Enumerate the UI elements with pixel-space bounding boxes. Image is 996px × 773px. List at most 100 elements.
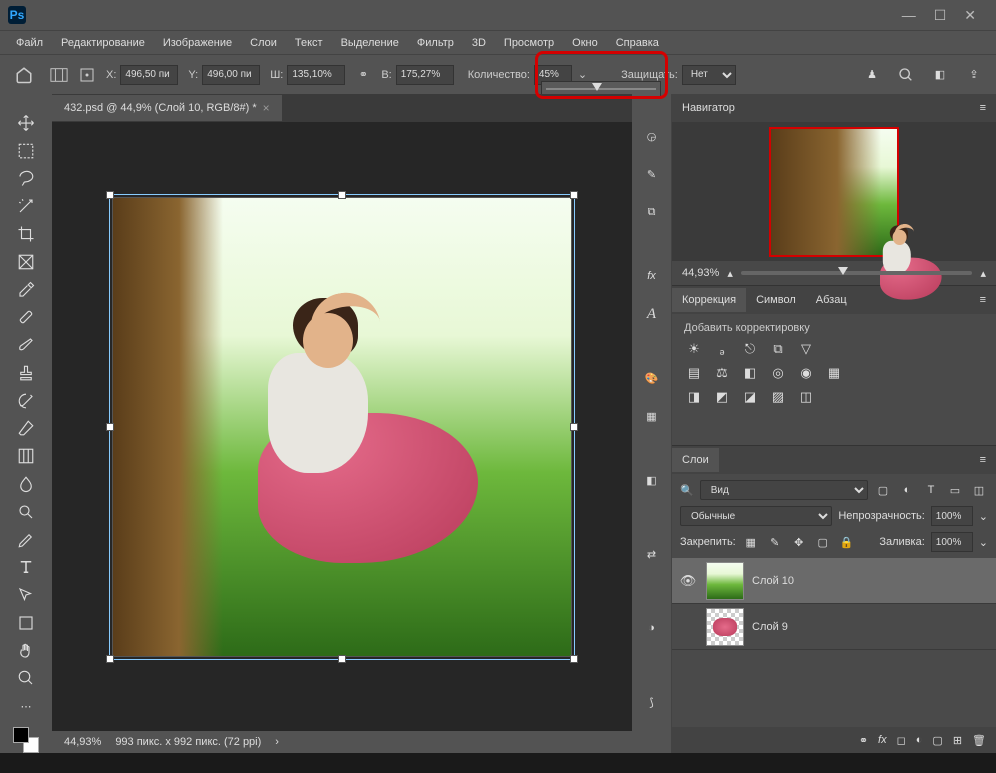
x-input[interactable] <box>120 65 178 85</box>
color-icon[interactable]: 🎨 <box>638 366 666 390</box>
protect-select[interactable]: Нет <box>682 65 736 85</box>
handle-bl[interactable] <box>106 655 114 663</box>
tab-close-icon[interactable]: × <box>263 101 270 115</box>
link-layers-icon[interactable]: ⚭ <box>859 734 868 747</box>
heal-tool[interactable] <box>10 304 42 330</box>
tab-character[interactable]: Символ <box>746 288 806 312</box>
move-tool[interactable] <box>10 110 42 136</box>
canvas-image[interactable] <box>112 197 572 657</box>
layer-name[interactable]: Слой 10 <box>752 575 990 587</box>
swatches-icon[interactable]: ▦ <box>638 404 666 428</box>
pen-tool[interactable] <box>10 527 42 553</box>
blend-mode-select[interactable]: Обычные <box>680 506 832 526</box>
levels-icon[interactable]: ₔ <box>712 340 732 358</box>
filter-smart-icon[interactable]: ◫ <box>970 481 988 499</box>
history-icon[interactable]: ◶ <box>638 124 666 148</box>
panel-icon[interactable]: ◧ <box>926 62 954 88</box>
handle-bm[interactable] <box>338 655 346 663</box>
panel-menu-icon[interactable]: ≡ <box>980 102 986 114</box>
handle-mr[interactable] <box>570 423 578 431</box>
gradient2-icon[interactable]: ◧ <box>638 468 666 492</box>
nav-slider-thumb[interactable] <box>838 267 848 275</box>
menu-file[interactable]: Файл <box>8 34 51 52</box>
visibility-icon[interactable]: 👁 <box>678 573 698 589</box>
w-input[interactable] <box>287 65 345 85</box>
more-tools[interactable]: ⋯ <box>10 693 42 719</box>
lock-pos-icon[interactable]: ✥ <box>790 533 808 551</box>
thresh-icon[interactable]: ◪ <box>740 388 760 406</box>
lock-all-icon[interactable]: 🔒 <box>838 533 856 551</box>
minimize-icon[interactable]: — <box>902 7 916 24</box>
mixer-icon[interactable]: ◉ <box>796 364 816 382</box>
handle-tl[interactable] <box>106 191 114 199</box>
handle-br[interactable] <box>570 655 578 663</box>
tab-paragraph[interactable]: Абзац <box>806 288 857 312</box>
menu-view[interactable]: Просмотр <box>496 34 562 52</box>
menu-text[interactable]: Текст <box>287 34 331 52</box>
menu-select[interactable]: Выделение <box>333 34 407 52</box>
menu-window[interactable]: Окно <box>564 34 606 52</box>
bw-icon[interactable]: ◧ <box>740 364 760 382</box>
curves-icon[interactable]: ⎋ <box>740 340 760 358</box>
filter-shape-icon[interactable]: ▭ <box>946 481 964 499</box>
lock-nest-icon[interactable]: ▢ <box>814 533 832 551</box>
menu-edit[interactable]: Редактирование <box>53 34 153 52</box>
dodge-tool[interactable] <box>10 499 42 525</box>
chevron-down-icon[interactable]: ⌄ <box>979 510 988 523</box>
person-icon[interactable]: ♟ <box>858 62 886 88</box>
shape-tool[interactable] <box>10 610 42 636</box>
new-layer-icon[interactable]: ⊞ <box>953 734 962 747</box>
fill-input[interactable] <box>931 532 973 552</box>
eyedropper-tool[interactable] <box>10 277 42 303</box>
filter-adjust-icon[interactable]: ◐ <box>898 481 916 499</box>
tab-corrections[interactable]: Коррекция <box>672 288 746 312</box>
panel-menu-icon[interactable]: ≡ <box>980 294 996 306</box>
color-swatch[interactable] <box>13 727 39 753</box>
crop-tool[interactable] <box>10 221 42 247</box>
layer-item[interactable]: 👁 Слой 10 <box>672 558 996 604</box>
marquee-tool[interactable] <box>10 138 42 164</box>
transform-icon[interactable] <box>50 66 68 84</box>
canvas-viewport[interactable] <box>52 122 632 731</box>
select-color-icon[interactable]: ◫ <box>796 388 816 406</box>
status-zoom[interactable]: 44,93% <box>64 736 101 748</box>
panel-menu-icon[interactable]: ≡ <box>980 454 996 466</box>
vibrance-icon[interactable]: ▽ <box>796 340 816 358</box>
trash-icon[interactable]: 🗑 <box>972 734 986 747</box>
transform-box[interactable] <box>109 194 575 660</box>
kind-filter[interactable]: Вид <box>700 480 868 500</box>
menu-3d[interactable]: 3D <box>464 34 494 52</box>
h-input[interactable] <box>396 65 454 85</box>
frame-tool[interactable] <box>10 249 42 275</box>
share-icon[interactable]: ⇪ <box>960 62 988 88</box>
handle-tr[interactable] <box>570 191 578 199</box>
search-icon[interactable]: 🔍 <box>680 484 694 497</box>
layer-thumb[interactable] <box>706 608 744 646</box>
blur-tool[interactable] <box>10 471 42 497</box>
nav-zoom-slider[interactable] <box>741 271 973 275</box>
brush2-icon[interactable]: ✎ <box>638 162 666 186</box>
document-tab[interactable]: 432.psd @ 44,9% (Слой 10, RGB/8#) *× <box>52 95 282 121</box>
search-icon[interactable] <box>892 62 920 88</box>
brightness-icon[interactable]: ☀ <box>684 340 704 358</box>
adjustment-icon[interactable]: ⇄ <box>638 542 666 566</box>
close-icon[interactable]: ✕ <box>964 7 976 24</box>
filter-type-icon[interactable]: T <box>922 481 940 499</box>
y-input[interactable] <box>202 65 260 85</box>
menu-help[interactable]: Справка <box>608 34 667 52</box>
bal-icon[interactable]: ⚖ <box>712 364 732 382</box>
brush-tool[interactable] <box>10 332 42 358</box>
slider-track[interactable] <box>546 88 656 90</box>
layer-name[interactable]: Слой 9 <box>752 621 990 633</box>
channels-icon[interactable]: ◑ <box>638 616 666 640</box>
nav-zoom-value[interactable]: 44,93% <box>682 267 719 279</box>
photo-filter-icon[interactable]: ◎ <box>768 364 788 382</box>
lookup-icon[interactable]: ▦ <box>824 364 844 382</box>
paths-icon[interactable]: ⟆ <box>638 690 666 714</box>
lock-trans-icon[interactable]: ▦ <box>742 533 760 551</box>
exposure-icon[interactable]: ⧉ <box>768 340 788 358</box>
navigator-preview[interactable] <box>672 122 996 261</box>
type-tool[interactable] <box>10 554 42 580</box>
chevron-down-icon[interactable]: ⌄ <box>979 536 988 549</box>
menu-filter[interactable]: Фильтр <box>409 34 462 52</box>
